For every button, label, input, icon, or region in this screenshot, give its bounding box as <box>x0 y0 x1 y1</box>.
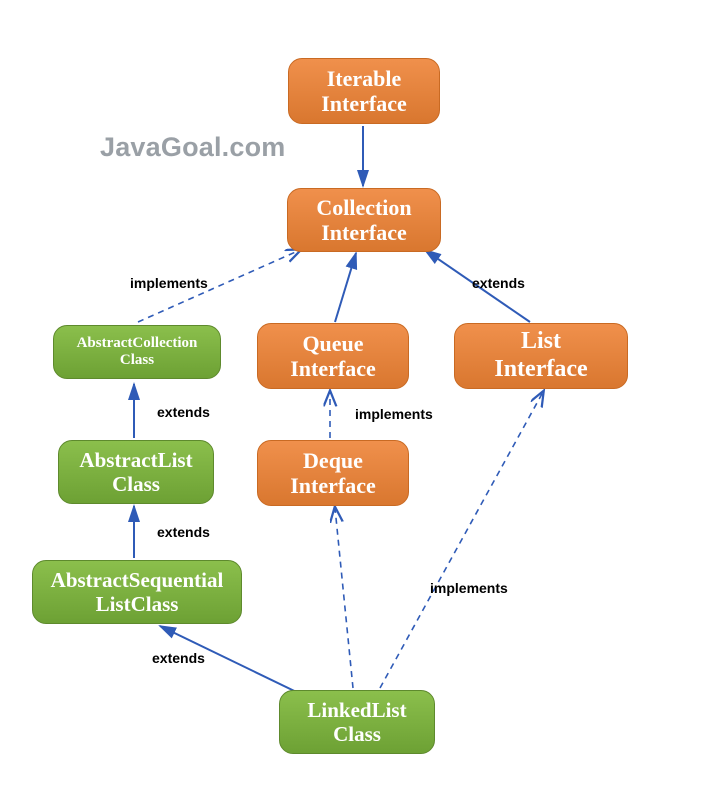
edge-label-implements: implements <box>355 406 433 422</box>
node-line: LinkedList <box>307 698 406 722</box>
node-abstractcollection-class: AbstractCollection Class <box>53 325 221 379</box>
node-collection-interface: Collection Interface <box>287 188 441 252</box>
edge-linkedlist-list <box>380 392 543 688</box>
node-line: AbstractCollection <box>77 335 198 352</box>
edge-label-extends: extends <box>157 524 210 540</box>
node-list-interface: List Interface <box>454 323 628 389</box>
node-queue-interface: Queue Interface <box>257 323 409 389</box>
edge-linkedlist-deque <box>335 508 353 688</box>
edge-queue-collection <box>335 253 356 322</box>
node-abstractlist-class: AbstractList Class <box>58 440 214 504</box>
node-line: Iterable <box>327 66 402 91</box>
node-line: Collection <box>316 195 411 220</box>
watermark-text: JavaGoal.com <box>100 132 286 163</box>
edge-label-implements: implements <box>130 275 208 291</box>
node-iterable-interface: Iterable Interface <box>288 58 440 124</box>
edge-label-implements: implements <box>430 580 508 596</box>
node-deque-interface: Deque Interface <box>257 440 409 506</box>
node-line: ListClass <box>96 592 179 616</box>
node-line: Class <box>120 352 154 369</box>
edge-label-extends: extends <box>157 404 210 420</box>
node-line: Deque <box>303 448 363 473</box>
node-line: AbstractList <box>79 448 192 472</box>
node-abstractsequentiallist-class: AbstractSequential ListClass <box>32 560 242 624</box>
node-line: Interface <box>290 473 376 498</box>
node-linkedlist-class: LinkedList Class <box>279 690 435 754</box>
node-line: Interface <box>494 356 587 384</box>
node-line: AbstractSequential <box>51 568 224 592</box>
node-line: Interface <box>321 91 407 116</box>
edge-label-extends: extends <box>472 275 525 291</box>
node-line: Class <box>112 472 160 496</box>
node-line: List <box>521 328 561 356</box>
node-line: Interface <box>290 356 376 381</box>
node-line: Class <box>333 722 381 746</box>
edge-label-extends: extends <box>152 650 205 666</box>
node-line: Queue <box>302 331 363 356</box>
node-line: Interface <box>321 220 407 245</box>
diagram-canvas: JavaGoal.com <box>0 0 701 785</box>
